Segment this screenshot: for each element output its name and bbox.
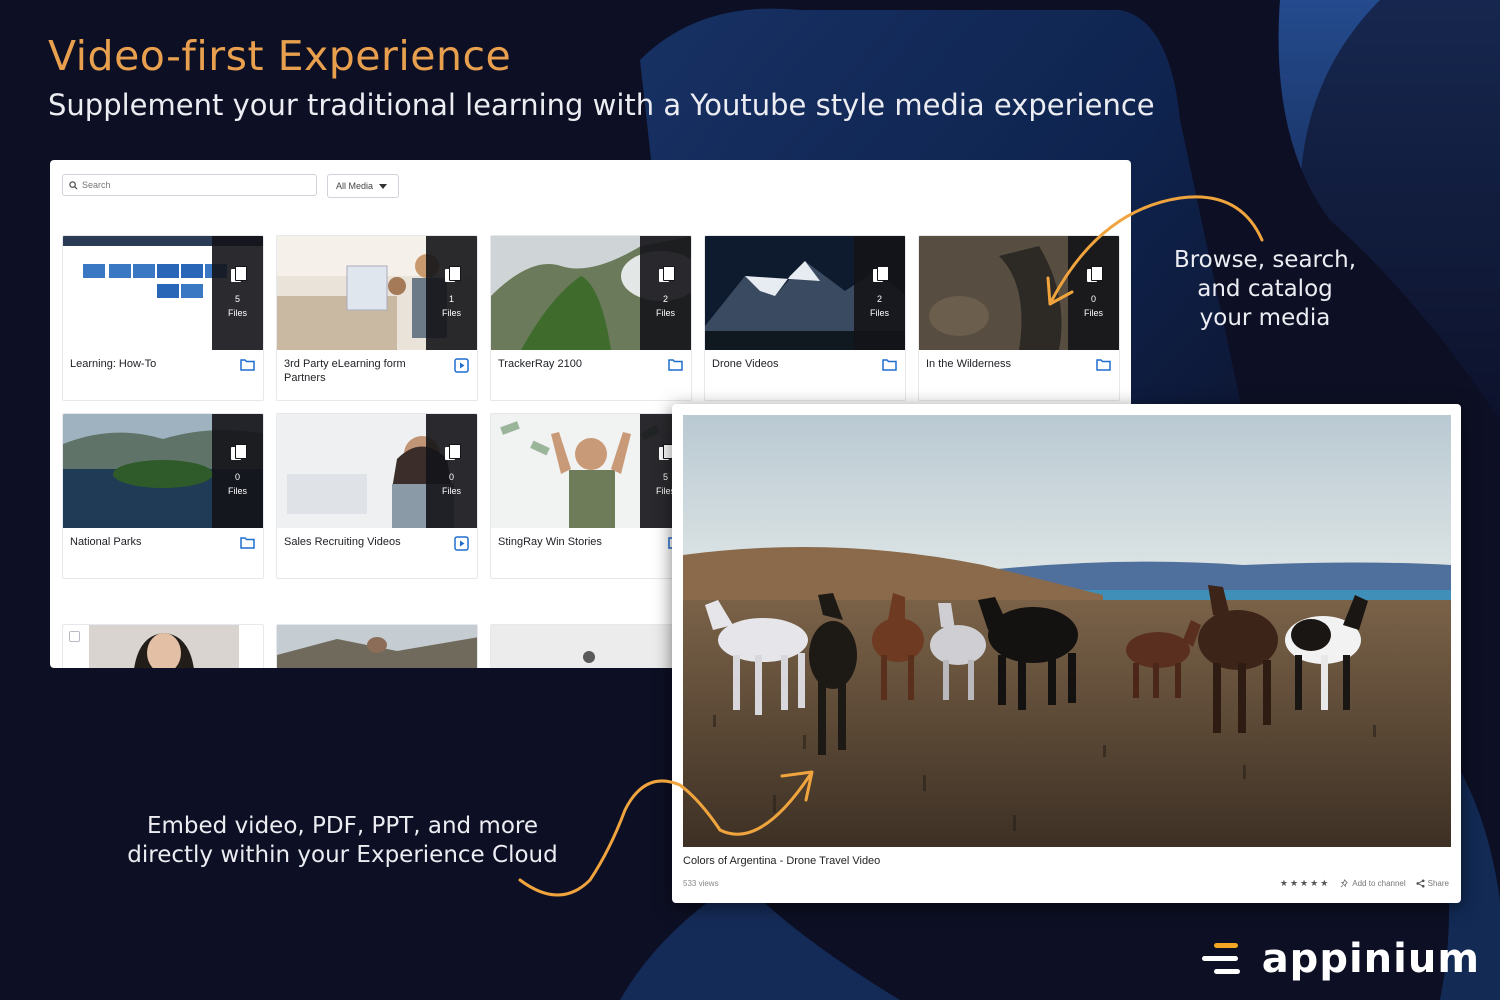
add-to-channel-label: Add to channel (1352, 879, 1406, 888)
file-count: 0 (1090, 294, 1096, 304)
files-icon (658, 444, 675, 460)
rating-stars[interactable]: ★★★★★ (1280, 878, 1330, 889)
file-count-overlay: 0 Files (1068, 236, 1119, 350)
search-icon (69, 180, 78, 190)
media-card[interactable]: 2 Files Drone Videos (704, 235, 906, 401)
search-box[interactable] (62, 174, 317, 196)
files-icon (230, 444, 247, 460)
card-title[interactable]: 3rd Party eLearning form Partners (284, 357, 444, 385)
media-card[interactable]: 1 Files 3rd Party eLearning form Partner… (276, 235, 478, 401)
card-title[interactable]: Drone Videos (712, 357, 872, 371)
subheadline: Supplement your traditional learning wit… (48, 88, 1155, 122)
share-button[interactable]: Share (1416, 879, 1449, 888)
file-count-unit: Files (655, 308, 675, 318)
card-title[interactable]: TrackerRay 2100 (498, 357, 658, 371)
file-count: 2 (876, 294, 882, 304)
headline: Video-first Experience (48, 32, 512, 80)
search-input[interactable] (82, 180, 302, 190)
embed-callout-line: directly within your Experience Cloud (127, 842, 558, 868)
add-to-channel-button[interactable]: Add to channel (1340, 879, 1406, 888)
card-title[interactable]: National Parks (70, 535, 230, 549)
folder-icon (1096, 359, 1111, 371)
card-thumbnail (277, 625, 477, 668)
file-count-overlay: 2 Files (640, 236, 691, 350)
file-count-unit: Files (441, 486, 461, 496)
media-card[interactable]: 5 Files Learning: How-To (62, 235, 264, 401)
appinium-logo-icon (1201, 943, 1240, 974)
file-count-unit: Files (869, 308, 889, 318)
folder-icon (240, 359, 255, 371)
folder-icon (240, 537, 255, 549)
card-title[interactable]: StingRay Win Stories (498, 535, 658, 549)
media-card[interactable] (276, 624, 478, 668)
video-title[interactable]: Colors of Argentina - Drone Travel Video (683, 855, 880, 867)
browse-callout-line: and catalog (1197, 276, 1333, 302)
video-frame[interactable] (683, 415, 1451, 847)
card-title[interactable]: Sales Recruiting Videos (284, 535, 444, 549)
video-views: 533 views (683, 879, 719, 888)
media-filter-select[interactable]: All Media (327, 174, 399, 198)
media-card[interactable] (62, 624, 264, 668)
media-card[interactable]: 2 Files TrackerRay 2100 (490, 235, 692, 401)
embed-callout-line: Embed video, PDF, PPT, and more (146, 813, 539, 839)
files-icon (444, 444, 461, 460)
media-card[interactable]: 5 Files StingRay Win Stories (490, 413, 692, 579)
file-count-overlay: 5 Files (212, 236, 263, 350)
files-icon (872, 266, 889, 282)
file-count: 2 (662, 294, 668, 304)
media-card[interactable]: 0 Files Sales Recruiting Videos (276, 413, 478, 579)
file-count: 5 (234, 294, 240, 304)
file-count-unit: Files (441, 308, 461, 318)
video-play-icon (454, 536, 469, 551)
file-count-unit: Files (227, 486, 247, 496)
video-player-card: Colors of Argentina - Drone Travel Video… (672, 404, 1461, 903)
card-thumbnail (491, 625, 691, 668)
file-count-unit: Files (1083, 308, 1103, 318)
card-thumbnail (89, 625, 239, 668)
media-card[interactable]: 0 Files National Parks (62, 413, 264, 579)
card-title[interactable]: Learning: How-To (70, 357, 230, 371)
files-icon (1086, 266, 1103, 282)
file-count: 5 (662, 472, 668, 482)
media-filter-label: All Media (336, 181, 374, 191)
file-count: 0 (448, 472, 454, 482)
card-title[interactable]: In the Wilderness (926, 357, 1086, 371)
media-card[interactable]: 0 Files In the Wilderness (918, 235, 1120, 401)
files-icon (658, 266, 675, 282)
file-count-overlay: 2 Files (854, 236, 905, 350)
file-count-unit: Files (227, 308, 247, 318)
share-icon (1416, 879, 1425, 888)
folder-icon (882, 359, 897, 371)
video-play-icon (454, 358, 469, 373)
chevron-down-icon (379, 183, 388, 189)
embed-callout: Embed video, PDF, PPT, and more directly… (100, 812, 585, 870)
folder-icon (668, 359, 683, 371)
video-actions: ★★★★★ Add to channel Share (1280, 878, 1449, 889)
file-count: 1 (448, 294, 454, 304)
files-icon (230, 266, 247, 282)
browse-callout-line: Browse, search, (1173, 247, 1357, 273)
file-count-overlay: 1 Files (426, 236, 477, 350)
file-count-overlay: 0 Files (426, 414, 477, 528)
file-count: 0 (234, 472, 240, 482)
brand-name: appinium (1261, 936, 1480, 982)
file-count-overlay: 0 Files (212, 414, 263, 528)
select-checkbox[interactable] (69, 631, 80, 642)
browse-callout-line: your media (1199, 305, 1331, 331)
share-label: Share (1427, 879, 1449, 888)
pin-icon (1340, 879, 1349, 888)
brand-logo: appinium (1201, 936, 1480, 982)
files-icon (444, 266, 461, 282)
browse-callout: Browse, search, and catalog your media (1150, 246, 1380, 333)
media-card[interactable] (490, 624, 692, 668)
